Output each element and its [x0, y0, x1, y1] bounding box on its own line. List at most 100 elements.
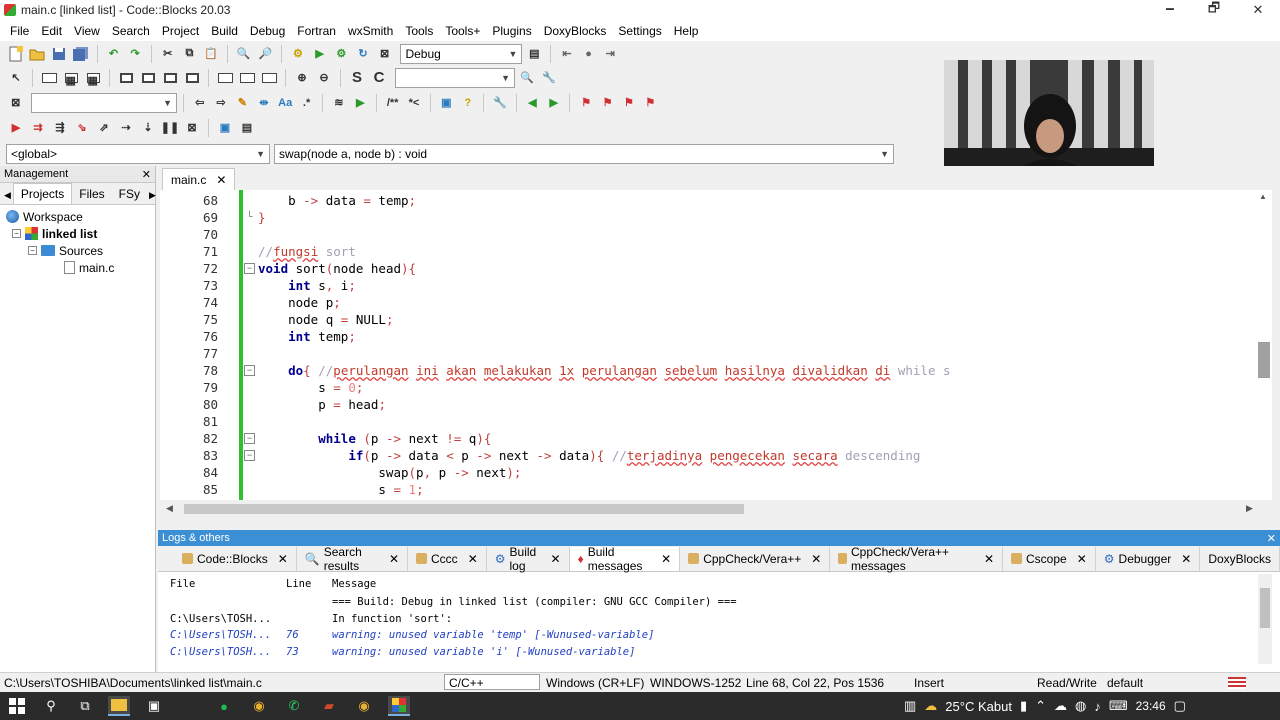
- scroll-right-icon[interactable]: ▶: [1246, 503, 1253, 514]
- wrench-icon[interactable]: 🔧: [490, 93, 509, 113]
- tab-debugger[interactable]: ⚙ Debugger ✕: [1096, 546, 1201, 571]
- pointer-icon[interactable]: ↖: [6, 68, 26, 88]
- source-c-icon[interactable]: C: [369, 68, 389, 88]
- menu-fortran[interactable]: Fortran: [291, 24, 342, 38]
- html-doc-icon[interactable]: ▣: [437, 93, 456, 113]
- pause-icon[interactable]: ❚❚: [160, 118, 180, 138]
- fold-toggle-icon[interactable]: −: [244, 365, 255, 376]
- save-all-icon[interactable]: [71, 44, 91, 64]
- close-icon[interactable]: ✕: [811, 552, 821, 566]
- whatsapp-icon[interactable]: ✆: [283, 696, 305, 716]
- search-icon[interactable]: 🔍: [517, 68, 537, 88]
- code-line[interactable]: 71 //fungsi sort: [203, 243, 1254, 260]
- step-into-icon[interactable]: ⇘: [72, 118, 92, 138]
- scroll-thumb[interactable]: [184, 504, 744, 514]
- scroll-up-icon[interactable]: ▲: [1259, 192, 1267, 201]
- powerpoint-icon[interactable]: ▰: [318, 696, 340, 716]
- copy-icon[interactable]: ⧉: [180, 44, 200, 64]
- flag-prev-icon[interactable]: ⚑: [598, 93, 617, 113]
- run-to-icon[interactable]: ▶: [351, 93, 370, 113]
- flag-icon[interactable]: ⚑: [576, 93, 595, 113]
- regex-icon[interactable]: .*: [297, 93, 316, 113]
- button-ctrl-icon[interactable]: [237, 68, 257, 88]
- tab-build-messages[interactable]: ♦ Build messages ✕: [569, 545, 681, 573]
- static-box-icon[interactable]: [259, 68, 279, 88]
- menu-view[interactable]: View: [68, 24, 106, 38]
- tab-codeblocks-log[interactable]: Code::Blocks ✕: [174, 546, 297, 571]
- menu-edit[interactable]: Edit: [35, 24, 68, 38]
- tray-app-icon[interactable]: ▥: [904, 698, 916, 714]
- open-file-icon[interactable]: [28, 44, 48, 64]
- tab-files[interactable]: Files: [72, 184, 111, 204]
- dialog-icon[interactable]: ▦: [61, 68, 81, 88]
- flag-next-icon[interactable]: ⚑: [619, 93, 638, 113]
- code-line[interactable]: 80 p = head;: [203, 396, 1254, 413]
- scope-select[interactable]: <global> ▼: [6, 144, 270, 164]
- close-icon[interactable]: ✕: [1181, 552, 1191, 566]
- abort-icon[interactable]: ⊠: [375, 44, 395, 64]
- close-icon[interactable]: ✕: [468, 552, 478, 566]
- menu-build[interactable]: Build: [205, 24, 244, 38]
- code-text[interactable]: 68 b -> data = temp; 69} 70 71//fungsi sort…: [203, 192, 1254, 500]
- step-instruction-icon[interactable]: ⇣: [138, 118, 158, 138]
- next-icon[interactable]: ▶: [544, 93, 563, 113]
- comment-icon[interactable]: /**: [383, 93, 402, 113]
- function-select[interactable]: swap(node a, node b) : void ▼: [274, 144, 894, 164]
- panel-icon[interactable]: ▦: [83, 68, 103, 88]
- column-header-file[interactable]: File: [164, 578, 282, 590]
- code-line[interactable]: 82 while (p -> next != q){: [203, 430, 1254, 447]
- code-line[interactable]: 85 s = 1;: [203, 481, 1254, 498]
- undo-icon[interactable]: ↶: [104, 44, 124, 64]
- scroll-thumb[interactable]: [1258, 342, 1270, 378]
- menu-file[interactable]: File: [4, 24, 35, 38]
- tab-build-log[interactable]: ⚙ Build log ✕: [487, 545, 570, 573]
- find-icon[interactable]: 🔍: [234, 44, 254, 64]
- battery-icon[interactable]: ▮: [1020, 698, 1027, 714]
- menu-help[interactable]: Help: [668, 24, 705, 38]
- store-icon[interactable]: ▣: [143, 696, 165, 716]
- file-explorer-icon[interactable]: [108, 696, 130, 716]
- search-input[interactable]: ▼: [31, 92, 178, 113]
- menu-plugins[interactable]: Plugins: [486, 24, 537, 38]
- codeblocks-taskbar-icon[interactable]: [388, 696, 410, 716]
- highlight-icon[interactable]: ✎: [233, 93, 252, 113]
- fold-toggle-icon[interactable]: └: [244, 212, 255, 223]
- replace-icon[interactable]: 🔎: [256, 44, 276, 64]
- close-icon[interactable]: ✕: [142, 168, 151, 181]
- search-options-icon[interactable]: 🔧: [539, 68, 559, 88]
- table-row[interactable]: === Build: Debug in linked list (compile…: [164, 594, 1254, 611]
- logs-vertical-scrollbar[interactable]: [1258, 574, 1272, 664]
- chrome-profile-icon[interactable]: ◉: [353, 696, 375, 716]
- run-icon[interactable]: ▶: [310, 44, 330, 64]
- spotify-icon[interactable]: ●: [213, 696, 235, 716]
- keyboard-icon[interactable]: ⌨: [1109, 698, 1128, 714]
- menu-tools[interactable]: Tools: [399, 24, 439, 38]
- code-line[interactable]: 75 node q = NULL;: [203, 311, 1254, 328]
- help-icon[interactable]: ?: [458, 93, 477, 113]
- text-ctrl-icon[interactable]: [215, 68, 235, 88]
- close-icon[interactable]: ✕: [216, 173, 226, 187]
- menu-search[interactable]: Search: [106, 24, 156, 38]
- frame-icon[interactable]: [39, 68, 59, 88]
- editor-vertical-scrollbar[interactable]: ▲: [1256, 190, 1272, 500]
- code-line[interactable]: 78 do{ //perulangan ini akan melakukan 1…: [203, 362, 1254, 379]
- toolbar-text-combo[interactable]: ▼: [395, 67, 515, 88]
- tab-projects[interactable]: Projects: [12, 183, 73, 204]
- column-header-message[interactable]: Message: [328, 578, 1254, 590]
- code-line[interactable]: 84 swap(p, p -> next);: [203, 464, 1254, 481]
- target-settings-icon[interactable]: ▤: [524, 44, 544, 64]
- bookmark-dot-icon[interactable]: ●: [579, 44, 599, 64]
- paste-icon[interactable]: 📋: [201, 44, 221, 64]
- menu-settings[interactable]: Settings: [612, 24, 667, 38]
- prev-icon[interactable]: ◀: [523, 93, 542, 113]
- cut-icon[interactable]: ✂: [158, 44, 178, 64]
- code-line[interactable]: 70: [203, 226, 1254, 243]
- debug-windows-icon[interactable]: ▣: [215, 118, 235, 138]
- code-line[interactable]: 83 if(p -> data < p -> next -> data){ //…: [203, 447, 1254, 464]
- build-target-select[interactable]: Debug ▼: [400, 43, 523, 64]
- column-header-line[interactable]: Line: [282, 578, 328, 590]
- tab-doxyblocks[interactable]: DoxyBlocks: [1200, 546, 1280, 571]
- clock[interactable]: 23:46: [1136, 699, 1166, 713]
- build-and-run-icon[interactable]: ⚙: [331, 44, 351, 64]
- tab-scroll-right-icon[interactable]: ▶: [147, 187, 158, 204]
